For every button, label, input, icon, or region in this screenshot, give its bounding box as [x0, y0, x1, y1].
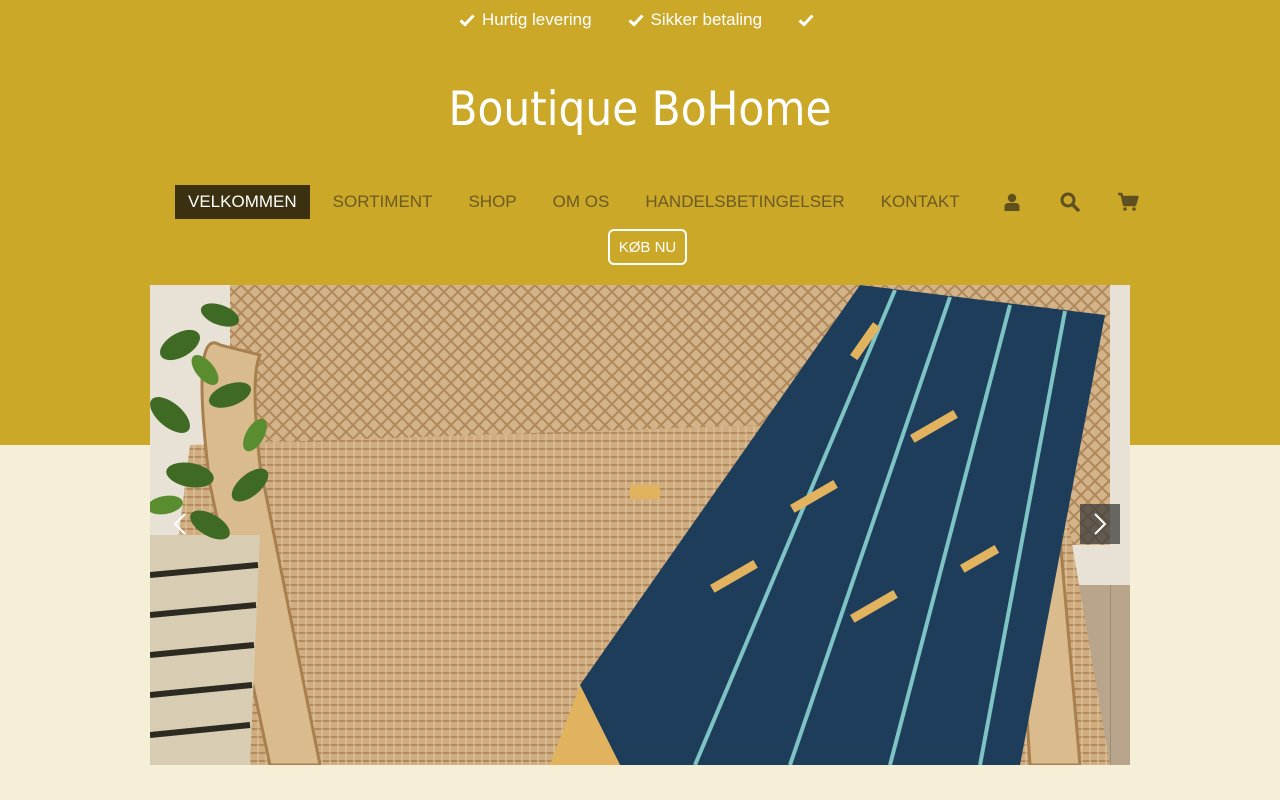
slider-next-button[interactable] [1080, 504, 1120, 544]
chevron-left-icon [173, 513, 186, 535]
usp-item-empty [798, 12, 821, 28]
check-icon [628, 14, 644, 27]
buy-now-button[interactable]: KØB NU [608, 229, 687, 265]
check-icon [459, 14, 475, 27]
site-title[interactable]: Boutique BoHome [64, 82, 1216, 137]
nav-item-shop[interactable]: SHOP [455, 185, 529, 219]
usp-item-fast-delivery: Hurtig levering [459, 10, 592, 30]
usp-item-secure-payment: Sikker betaling [628, 10, 763, 30]
cart-icon [1117, 192, 1139, 211]
nav-item-om-os[interactable]: OM OS [540, 185, 623, 219]
nav-item-velkommen[interactable]: VELKOMMEN [175, 185, 310, 219]
usp-bar: Hurtig levering Sikker betaling [0, 0, 1280, 40]
account-button[interactable] [983, 185, 1041, 219]
hero-image [150, 285, 1130, 765]
usp-label: Hurtig levering [481, 10, 592, 29]
search-icon [1060, 192, 1080, 212]
main-nav: VELKOMMEN SORTIMENT SHOP OM OS HANDELSBE… [175, 185, 1157, 219]
usp-label: Sikker betaling [650, 10, 763, 29]
nav-item-sortiment[interactable]: SORTIMENT [320, 185, 446, 219]
search-button[interactable] [1041, 185, 1099, 219]
slider-prev-button[interactable] [160, 504, 200, 544]
chevron-right-icon [1094, 513, 1107, 535]
check-icon [798, 14, 814, 27]
nav-item-handelsbetingelser[interactable]: HANDELSBETINGELSER [632, 185, 857, 219]
nav-item-kontakt[interactable]: KONTAKT [868, 185, 973, 219]
cart-button[interactable] [1099, 185, 1157, 219]
user-icon [1004, 193, 1020, 211]
hero-slider[interactable] [150, 285, 1130, 765]
